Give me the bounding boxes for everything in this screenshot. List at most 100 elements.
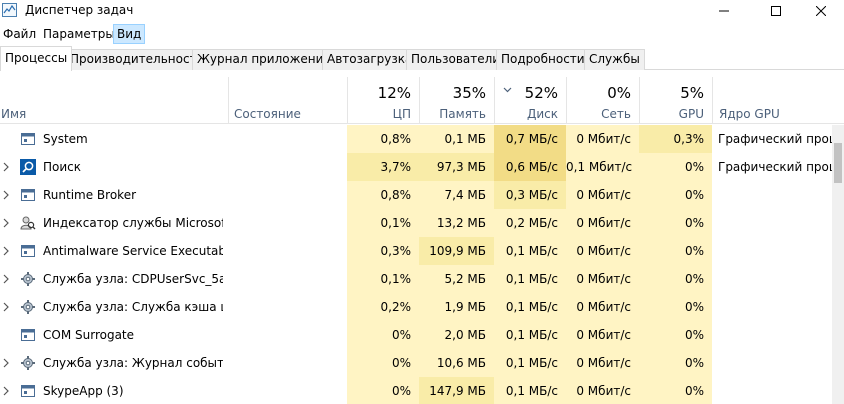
indexer-icon — [20, 216, 36, 230]
minimize-button[interactable] — [701, 0, 747, 22]
tab-services[interactable]: Службы — [584, 49, 645, 70]
gpu-value: 0% — [639, 321, 712, 349]
memory-value: 0,1 МБ — [419, 125, 494, 153]
tab-performance[interactable]: Производительность — [65, 49, 209, 70]
column-cpu[interactable]: 12% ЦП — [347, 77, 419, 123]
disk-value: 0,1 МБ/с — [494, 349, 566, 377]
disk-total: 52% — [524, 84, 558, 102]
column-disk[interactable]: 52% Диск — [494, 77, 566, 123]
memory-value: 97,3 МБ — [419, 153, 494, 181]
process-table: System 0,8% 0,1 МБ 0,7 МБ/с 0 Мбит/с 0,3… — [0, 125, 844, 404]
title-bar[interactable]: Диспетчер задач — [0, 0, 844, 22]
scrollbar-thumb[interactable] — [834, 143, 842, 183]
gpu-value: 0,3% — [639, 125, 712, 153]
column-gpu-engine[interactable]: Ядро GPU — [712, 77, 832, 123]
table-row[interactable]: Служба узла: Служба кэша ш... 0,2% 1,9 М… — [0, 293, 844, 321]
tab-app-history[interactable]: Журнал приложений — [192, 49, 337, 70]
vertical-scrollbar[interactable] — [832, 125, 844, 404]
tab-strip: Процессы Производительность Журнал прило… — [0, 46, 844, 71]
gpu-value: 0% — [639, 181, 712, 209]
network-value: 0 Мбит/с — [566, 321, 639, 349]
network-value: 0 Мбит/с — [566, 209, 639, 237]
process-name: Antimalware Service Executable — [43, 244, 223, 258]
cpu-value: 0,1% — [347, 209, 419, 237]
column-disk-label: Диск — [526, 107, 558, 121]
memory-value: 109,9 МБ — [419, 237, 494, 265]
cpu-value: 0,2% — [347, 293, 419, 321]
gear-icon — [21, 356, 35, 370]
close-button[interactable] — [798, 0, 844, 22]
gpu-value: 0% — [639, 237, 712, 265]
gpu-engine-value — [712, 349, 832, 377]
disk-value: 0,1 МБ/с — [494, 321, 566, 349]
table-row[interactable]: Служба узла: Журнал событи... 0% 10,6 МБ… — [0, 349, 844, 377]
menu-file[interactable]: Файл — [0, 24, 39, 44]
table-row[interactable]: System 0,8% 0,1 МБ 0,7 МБ/с 0 Мбит/с 0,3… — [0, 125, 844, 153]
chevron-right-icon[interactable] — [2, 217, 10, 229]
table-row[interactable]: Индексатор службы Microsoft ... 0,1% 13,… — [0, 209, 844, 237]
column-name[interactable]: Имя — [0, 77, 228, 123]
chevron-right-icon[interactable] — [2, 301, 10, 313]
table-row[interactable]: Поиск 3,7% 97,3 МБ 0,6 МБ/с 0,1 Мбит/с 0… — [0, 153, 844, 181]
column-memory[interactable]: 35% Память — [419, 77, 494, 123]
tab-details[interactable]: Подробности — [496, 49, 590, 70]
process-name: Индексатор службы Microsoft ... — [43, 216, 223, 230]
task-manager-icon — [2, 3, 17, 17]
chevron-right-icon[interactable] — [2, 161, 10, 173]
table-row[interactable]: SkypeApp (3) 0% 147,9 МБ 0,1 МБ/с 0 Мбит… — [0, 377, 844, 404]
chevron-right-icon[interactable] — [2, 385, 10, 397]
menu-view[interactable]: Вид — [113, 24, 146, 44]
tab-users[interactable]: Пользователи — [406, 49, 506, 70]
column-status[interactable]: Состояние — [228, 77, 347, 123]
column-name-label: Имя — [1, 107, 27, 121]
window-title: Диспетчер задач — [25, 3, 134, 17]
network-value: 0 Мбит/с — [566, 349, 639, 377]
chevron-right-icon[interactable] — [2, 189, 10, 201]
gpu-value: 0% — [639, 209, 712, 237]
gpu-engine-value — [712, 237, 832, 265]
tab-processes[interactable]: Процессы — [0, 46, 73, 71]
chevron-right-icon[interactable] — [2, 245, 10, 257]
cpu-total: 12% — [377, 84, 411, 102]
cpu-value: 0% — [347, 377, 419, 404]
column-gpu[interactable]: 5% GPU — [639, 77, 712, 123]
network-value: 0 Мбит/с — [566, 237, 639, 265]
process-name: Поиск — [43, 160, 82, 174]
network-total: 0% — [607, 84, 631, 102]
table-row[interactable]: Runtime Broker 0,8% 7,4 МБ 0,3 МБ/с 0 Мб… — [0, 181, 844, 209]
cpu-value: 0% — [347, 349, 419, 377]
gpu-engine-value — [712, 181, 832, 209]
chevron-right-icon[interactable] — [2, 357, 10, 369]
gpu-engine-value — [712, 377, 832, 404]
cpu-value: 0,3% — [347, 237, 419, 265]
maximize-button[interactable] — [753, 0, 799, 22]
window-icon — [21, 245, 35, 257]
column-cpu-label: ЦП — [392, 107, 411, 121]
disk-value: 0,2 МБ/с — [494, 209, 566, 237]
memory-value: 7,4 МБ — [419, 181, 494, 209]
column-network[interactable]: 0% Сеть — [566, 77, 639, 123]
chevron-right-icon[interactable] — [2, 273, 10, 285]
minimize-icon — [719, 10, 729, 12]
memory-value: 147,9 МБ — [419, 377, 494, 404]
network-value: 0 Мбит/с — [566, 265, 639, 293]
table-row[interactable]: Antimalware Service Executable 0,3% 109,… — [0, 237, 844, 265]
column-header-row: Имя Состояние 12% ЦП 35% Память 52% Диск… — [0, 77, 844, 124]
tab-startup[interactable]: Автозагрузка — [322, 49, 418, 70]
table-row[interactable]: Служба узла: CDPUserSvc_5a6e2 0,1% 5,2 М… — [0, 265, 844, 293]
cpu-value: 3,7% — [347, 153, 419, 181]
column-gpu-label: GPU — [678, 107, 704, 121]
window-icon — [21, 385, 35, 397]
gpu-value: 0% — [639, 349, 712, 377]
close-icon — [816, 6, 826, 16]
gear-icon — [21, 272, 35, 286]
cpu-value: 0,1% — [347, 265, 419, 293]
disk-value: 0,3 МБ/с — [494, 181, 566, 209]
gpu-engine-value — [712, 321, 832, 349]
disk-value: 0,1 МБ/с — [494, 265, 566, 293]
gpu-engine-value — [712, 265, 832, 293]
table-row[interactable]: COM Surrogate 0% 2,0 МБ 0,1 МБ/с 0 Мбит/… — [0, 321, 844, 349]
process-name: Служба узла: Журнал событи... — [43, 356, 223, 370]
menu-parameters[interactable]: Параметры — [40, 24, 118, 44]
memory-value: 13,2 МБ — [419, 209, 494, 237]
